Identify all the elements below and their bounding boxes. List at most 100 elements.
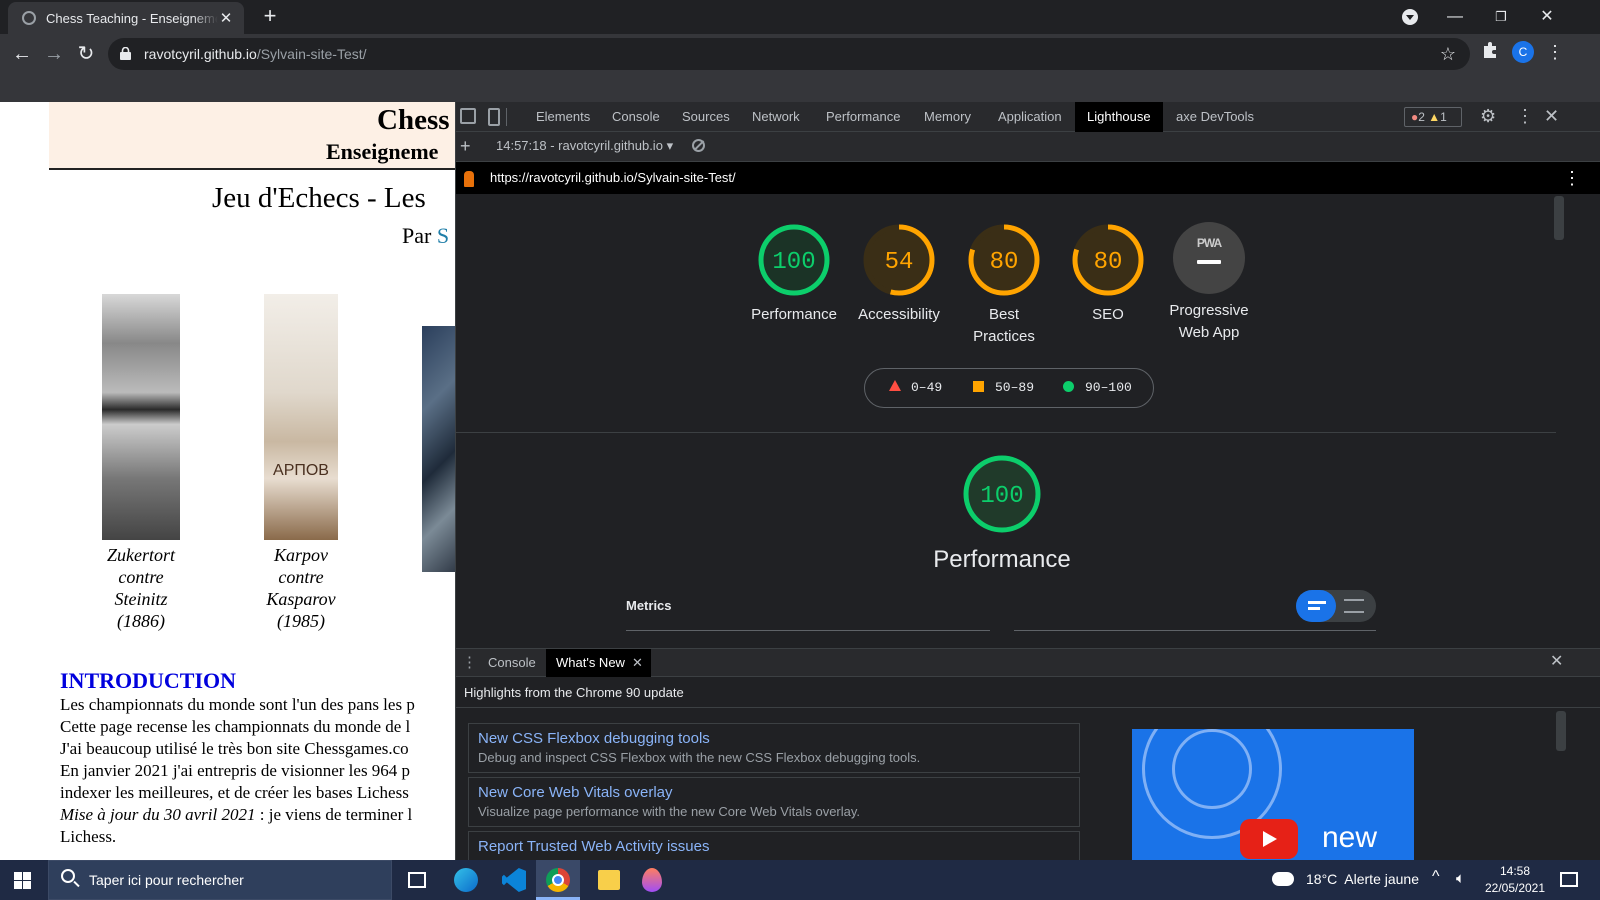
gauge-ring: 54 (863, 224, 935, 296)
tab-axe-devtools[interactable]: axe DevTools (1164, 102, 1266, 132)
devtools-menu-icon[interactable]: ⋮ (1516, 106, 1534, 127)
game-photo-karpov-kasparov: АРПОВ (264, 294, 338, 540)
pwa-badge-text: PWA (1196, 236, 1222, 250)
intro-line: J'ai beaucoup utilisé le très bon site C… (60, 739, 409, 758)
whats-new-desc: Debug and inspect CSS Flexbox with the n… (478, 750, 921, 765)
gauge-label: Progressive Web App (1149, 300, 1269, 344)
new-tab-button[interactable]: + (256, 4, 284, 30)
report-selector[interactable]: 14:57:18 - ravotcyril.github.io ▾ (496, 132, 673, 160)
reload-icon[interactable]: ↻ (72, 40, 100, 68)
metrics-divider-left (626, 630, 990, 631)
back-arrow-icon[interactable]: ← (8, 40, 36, 68)
whats-new-video-thumbnail[interactable]: new (1132, 729, 1414, 861)
devtools-close-icon[interactable]: ✕ (1544, 106, 1559, 127)
author-link[interactable]: S (437, 223, 449, 248)
report-scrollbar[interactable] (1554, 196, 1564, 240)
caption-zukertort-steinitz: Zukertort contre Steinitz (1886) (102, 544, 180, 632)
browser-menu-icon[interactable]: ⋮ (1546, 40, 1564, 64)
browser-toolbar: ← → ↻ ravotcyril.github.io/Sylvain-site-… (0, 34, 1600, 102)
paint-app-icon[interactable] (642, 868, 662, 892)
whats-new-desc: Visualize page performance with the new … (478, 804, 861, 819)
devtools-tab-bar: Elements Console Sources Network Perform… (456, 102, 1600, 132)
gauge-best[interactable]: 80 Best Practices (944, 222, 1064, 348)
score-legend: 0–49 50–89 90–100 (864, 368, 1154, 408)
drawer-tab-close-icon[interactable]: ✕ (632, 649, 643, 677)
report-menu-icon[interactable]: ⋮ (1563, 162, 1581, 194)
caption-line: Steinitz (114, 589, 168, 609)
chrome-taskbar-button[interactable] (536, 860, 580, 900)
clear-reports-icon[interactable] (692, 139, 705, 152)
caption-line: (1985) (277, 611, 325, 631)
address-bar[interactable]: ravotcyril.github.io/Sylvain-site-Test/ … (108, 38, 1470, 70)
edge-browser-icon[interactable] (454, 868, 478, 892)
tab-console[interactable]: Console (600, 102, 672, 132)
drawer-divider (456, 707, 1600, 708)
minimize-button[interactable]: — (1432, 4, 1478, 30)
browser-tab-strip: Chess Teaching - Enseignement des échecs… (0, 0, 1600, 34)
notifications-icon[interactable] (1560, 872, 1578, 887)
new-report-plus-icon[interactable]: + (460, 132, 471, 160)
page-header: Chess Enseigneme (49, 102, 455, 170)
play-button-icon[interactable] (1240, 819, 1298, 859)
tab-elements[interactable]: Elements (524, 102, 602, 132)
report-selector-label: 14:57:18 - ravotcyril.github.io (496, 138, 663, 153)
compact-view-icon[interactable] (1296, 590, 1336, 622)
update-line: Mise à jour du 30 avril 2021 : je viens … (60, 804, 415, 826)
task-view-icon[interactable] (408, 872, 426, 888)
file-explorer-icon[interactable] (598, 870, 620, 890)
gauge-label-line: Progressive (1169, 302, 1249, 319)
whats-new-title[interactable]: Report Trusted Web Activity issues (478, 837, 1070, 857)
tab-memory[interactable]: Memory (912, 102, 983, 132)
tab-application[interactable]: Application (986, 102, 1074, 132)
game-photo-partial (422, 326, 455, 572)
drawer-tab-console[interactable]: Console (476, 649, 548, 677)
restore-button[interactable]: ❐ (1478, 4, 1524, 30)
weather-cloud-icon[interactable] (1272, 872, 1294, 886)
gauge-ring: 100 (758, 224, 830, 296)
browser-tab[interactable]: Chess Teaching - Enseignement des échecs… (8, 2, 244, 34)
extensions-puzzle-icon[interactable] (1480, 40, 1500, 60)
tab-sources[interactable]: Sources (670, 102, 742, 132)
update-date: Mise à jour du 30 avril 2021 (60, 805, 256, 824)
tab-search-icon[interactable] (1402, 9, 1418, 25)
windows-start-icon[interactable] (14, 872, 31, 889)
average-square-icon (973, 381, 984, 392)
vscode-icon[interactable] (502, 868, 526, 892)
drawer-tab-whats-new[interactable]: What's New ✕ (546, 649, 651, 677)
taskbar-search-box[interactable]: Taper ici pour rechercher (48, 860, 392, 900)
caption-line: Karpov (274, 545, 328, 565)
tab-network[interactable]: Network (740, 102, 812, 132)
settings-gear-icon[interactable]: ⚙ (1480, 106, 1496, 127)
inspect-element-icon[interactable] (460, 108, 476, 124)
volume-icon[interactable]: 🔈︎ (1456, 870, 1465, 887)
profile-avatar[interactable]: C (1512, 41, 1534, 63)
whats-new-title[interactable]: New CSS Flexbox debugging tools (478, 729, 1070, 749)
whats-new-item[interactable]: New Core Web Vitals overlay Visualize pa… (468, 777, 1080, 827)
tab-performance[interactable]: Performance (814, 102, 912, 132)
caption-line: contre (118, 567, 164, 587)
gauge-pwa[interactable]: PWA Progressive Web App (1149, 222, 1269, 344)
system-clock[interactable]: 14:58 22/05/2021 (1480, 863, 1550, 897)
gauge-accessibility[interactable]: 54 Accessibility (839, 222, 959, 326)
window-close-button[interactable]: ✕ (1524, 4, 1570, 30)
issues-counter[interactable]: ●2 ▲1 (1404, 107, 1462, 127)
drawer-menu-icon[interactable]: ⋮ (462, 653, 477, 671)
drawer-close-icon[interactable]: ✕ (1550, 651, 1563, 671)
expanded-view-icon[interactable] (1344, 599, 1364, 613)
device-toolbar-icon[interactable] (488, 108, 500, 126)
tab-close-icon[interactable]: ✕ (218, 9, 234, 27)
drawer-scrollbar[interactable] (1556, 711, 1566, 751)
legend-fail: 0–49 (911, 380, 943, 395)
tab-lighthouse[interactable]: Lighthouse (1075, 102, 1163, 132)
weather-text[interactable]: 18°C Alerte jaune (1306, 871, 1419, 887)
metrics-view-toggle[interactable] (1296, 590, 1376, 622)
gauge-score: 80 (990, 249, 1019, 276)
show-hidden-icons-chevron-icon[interactable]: ^ (1432, 868, 1440, 886)
dropdown-caret-icon: ▾ (666, 138, 674, 153)
gauge-performance[interactable]: 100 Performance (734, 222, 854, 326)
report-url[interactable]: https://ravotcyril.github.io/Sylvain-sit… (490, 162, 736, 194)
whats-new-item[interactable]: New CSS Flexbox debugging tools Debug an… (468, 723, 1080, 773)
forward-arrow-icon[interactable]: → (40, 40, 68, 68)
bookmark-star-icon[interactable]: ☆ (1440, 38, 1456, 70)
whats-new-title[interactable]: New Core Web Vitals overlay (478, 783, 1070, 803)
